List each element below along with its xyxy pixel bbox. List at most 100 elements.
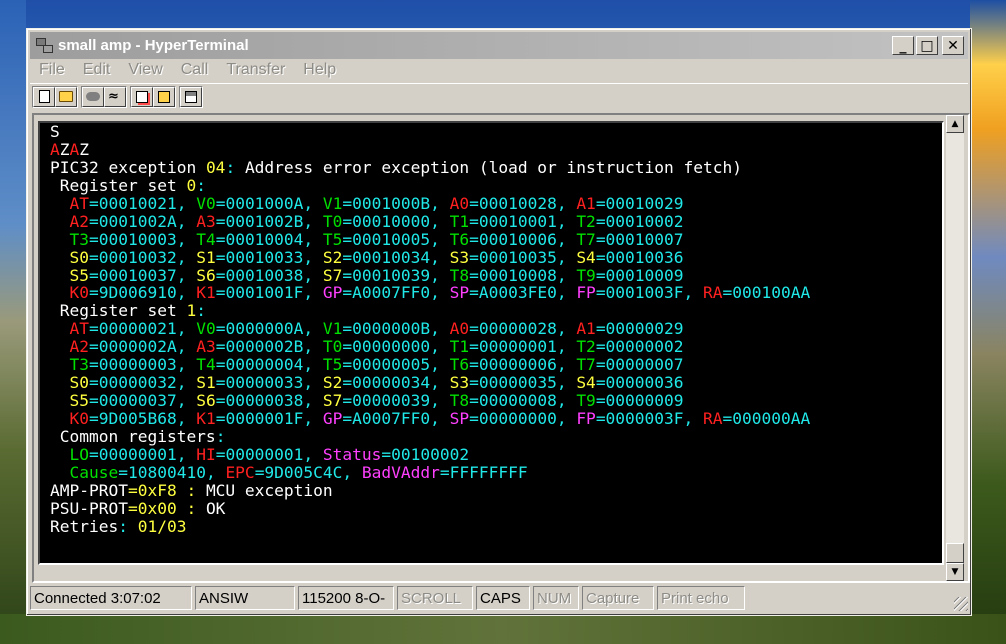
- terminal-text-segment: EPC: [225, 462, 255, 482]
- terminal-text-segment: S4: [576, 373, 596, 393]
- terminal-text-segment: S7: [322, 265, 343, 285]
- terminal-text-segment: Address error exception (load or instruc…: [244, 157, 742, 177]
- menu-call[interactable]: Call: [172, 61, 218, 79]
- terminal-text-segment: =00000001,: [89, 444, 197, 464]
- terminal-text-segment: FP: [576, 283, 596, 303]
- hyperterminal-app-icon[interactable]: [34, 36, 56, 56]
- terminal-line: PIC32 exception 04: Address error except…: [50, 157, 940, 177]
- terminal-text-segment: :: [225, 157, 245, 177]
- open-button[interactable]: [55, 86, 77, 107]
- menu-file[interactable]: File: [30, 61, 74, 79]
- terminal-text-segment: V1: [322, 193, 343, 213]
- terminal-text-segment: FP: [576, 409, 596, 428]
- terminal-line: S5=00010037, S6=00010038, S7=00010039, T…: [50, 265, 940, 285]
- scroll-down-button[interactable]: ▼: [946, 563, 964, 581]
- terminal-text-segment: K1: [196, 283, 216, 303]
- scroll-up-button[interactable]: ▲: [946, 115, 964, 133]
- terminal-text-segment: =00000021,: [89, 319, 197, 339]
- terminal-text-segment: =00000029: [595, 319, 684, 339]
- terminal-text-segment: S6: [196, 265, 216, 285]
- terminal-text-segment: S: [50, 122, 60, 141]
- terminal-text-segment: =A0003FE0,: [469, 283, 577, 303]
- properties-button[interactable]: [180, 86, 202, 107]
- menu-transfer[interactable]: Transfer: [217, 61, 294, 79]
- menu-help[interactable]: Help: [294, 61, 345, 79]
- terminal-text-segment: =0000001F,: [215, 409, 323, 428]
- terminal-text-segment: Status: [322, 444, 382, 464]
- terminal-text-segment: =00010036: [595, 247, 684, 267]
- terminal-text-segment: =10800410,: [118, 462, 226, 482]
- terminal-output[interactable]: S AZAZ PIC32 exception 04: Address error e…: [50, 123, 940, 559]
- close-button[interactable]: ✕: [942, 36, 964, 55]
- terminal-text-segment: =0000000A,: [215, 319, 323, 339]
- new-icon: [38, 90, 50, 103]
- terminal-text-segment: K1: [196, 409, 216, 428]
- terminal-text-segment: AMP-PROT: [50, 480, 128, 500]
- terminal-text-segment: =00000005,: [342, 355, 450, 375]
- terminal-text-segment: S0: [69, 247, 90, 267]
- toolbar: ≈: [30, 83, 968, 109]
- new-button[interactable]: [33, 86, 55, 107]
- dial-icon: [86, 92, 100, 101]
- terminal-line: Register set 1:: [50, 302, 940, 320]
- title-bar[interactable]: small amp - HyperTerminal _ □ ✕: [30, 32, 968, 59]
- terminal-text-segment: 01/03: [137, 516, 187, 536]
- disconnect-button[interactable]: ≈: [104, 86, 126, 107]
- terminal-line: S5=00000037, S6=00000038, S7=00000039, T…: [50, 392, 940, 410]
- desktop-background-bottom: [0, 614, 1006, 644]
- terminal-text-segment: =00000001,: [215, 444, 323, 464]
- terminal-text-segment: Z: [79, 139, 89, 159]
- terminal-screen[interactable]: S AZAZ PIC32 exception 04: Address error e…: [38, 121, 944, 565]
- terminal-text-segment: K0: [69, 283, 90, 303]
- send-icon: [136, 90, 148, 103]
- menu-view[interactable]: View: [119, 61, 171, 79]
- terminal-text-segment: :: [196, 301, 206, 321]
- terminal-text-segment: =00100002: [381, 444, 470, 464]
- status-connected: Connected 3:07:02: [30, 586, 192, 610]
- terminal-text-segment: T7: [576, 229, 596, 249]
- terminal-text-segment: A3: [196, 337, 216, 357]
- receive-button[interactable]: [153, 86, 175, 107]
- terminal-text-segment: =0001001F,: [215, 283, 323, 303]
- terminal-text-segment: T2: [576, 211, 596, 231]
- status-port-settings: 115200 8-O-: [298, 586, 394, 610]
- menu-edit[interactable]: Edit: [74, 61, 120, 79]
- terminal-text-segment: =00000000,: [469, 409, 577, 428]
- terminal-line: K0=9D005B68, K1=0000001F, GP=A0007FF0, S…: [50, 410, 940, 428]
- terminal-text-segment: =00010000,: [342, 211, 450, 231]
- terminal-text-segment: A0: [449, 193, 470, 213]
- terminal-text-segment: =00010004,: [215, 229, 323, 249]
- resize-grip[interactable]: [954, 597, 968, 611]
- terminal-text-segment: Register set: [50, 301, 187, 321]
- terminal-text-segment: T5: [322, 355, 343, 375]
- terminal-text-segment: S2: [322, 373, 343, 393]
- receive-icon: [158, 90, 170, 103]
- vertical-scrollbar[interactable]: ▲ ▼: [946, 115, 964, 581]
- status-bar: Connected 3:07:02 ANSIW 115200 8-O- SCRO…: [30, 585, 968, 611]
- terminal-text-segment: =00010038,: [215, 265, 323, 285]
- terminal-text-segment: =0001000A,: [215, 193, 323, 213]
- minimize-button[interactable]: _: [892, 36, 914, 55]
- terminal-text-segment: HI: [196, 444, 216, 464]
- terminal-text-segment: S2: [322, 247, 343, 267]
- terminal-text-segment: T4: [196, 355, 216, 375]
- terminal-text-segment: A2: [69, 211, 90, 231]
- terminal-line: AMP-PROT=0xF8 : MCU exception: [50, 480, 940, 500]
- status-emulation: ANSIW: [195, 586, 295, 610]
- send-button[interactable]: [131, 86, 153, 107]
- terminal-text-segment: =00010035,: [469, 247, 577, 267]
- dial-button[interactable]: [82, 86, 104, 107]
- scrollbar-thumb[interactable]: [946, 543, 964, 563]
- terminal-text-segment: GP: [322, 283, 343, 303]
- terminal-text-segment: =00000032,: [89, 373, 197, 393]
- terminal-text-segment: =00010005,: [342, 229, 450, 249]
- terminal-text-segment: T0: [322, 337, 343, 357]
- terminal-line: T3=00000003, T4=00000004, T5=00000005, T…: [50, 356, 940, 374]
- maximize-button[interactable]: □: [916, 36, 938, 55]
